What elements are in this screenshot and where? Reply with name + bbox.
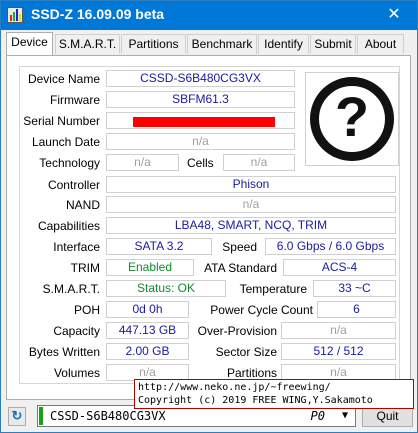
- sector-size-value: 512 / 512: [281, 343, 396, 360]
- bytes-written-value: 2.00 GB: [106, 343, 189, 360]
- copyright-text: Copyright (c) 2019 FREE WING,Y.Sakamoto: [138, 395, 373, 406]
- poh-value: 0d 0h: [106, 301, 189, 318]
- firmware-value: SBFM61.3: [106, 91, 295, 108]
- device-name-label: Device Name: [27, 72, 100, 86]
- app-window: SSD-Z 16.09.09 beta ✕ Device S.M.A.R.T. …: [0, 0, 418, 433]
- cells-label: Cells: [187, 156, 214, 170]
- nand-label: NAND: [65, 198, 100, 212]
- tab-about[interactable]: About: [357, 34, 404, 54]
- firmware-label: Firmware: [50, 93, 100, 107]
- close-window-button[interactable]: ✕: [371, 1, 417, 30]
- interface-label: Interface: [53, 240, 100, 254]
- over-provision-value: n/a: [281, 322, 396, 339]
- speed-label: Speed: [222, 240, 257, 254]
- device-image: ?: [305, 72, 399, 166]
- controller-label: Controller: [47, 178, 100, 192]
- technology-value: n/a: [106, 154, 179, 171]
- cells-value: n/a: [223, 154, 295, 171]
- serial-number-label: Serial Number: [23, 114, 100, 128]
- speed-value: 6.0 Gbps / 6.0 Gbps: [265, 238, 396, 255]
- app-icon: [7, 7, 23, 23]
- capacity-value: 447.13 GB: [106, 322, 189, 339]
- tab-benchmark[interactable]: Benchmark: [187, 34, 257, 54]
- poh-label: POH: [73, 303, 100, 317]
- temperature-label: Temperature: [239, 282, 307, 296]
- refresh-button[interactable]: ↻: [8, 407, 26, 426]
- smart-label: S.M.A.R.T.: [42, 282, 100, 296]
- tab-submit[interactable]: Submit: [310, 34, 356, 54]
- tab-smart[interactable]: S.M.A.R.T.: [55, 34, 120, 54]
- chevron-down-icon: ▼: [341, 410, 348, 421]
- bytes-written-label: Bytes Written: [28, 345, 100, 359]
- copyright-overlay: http://www.neko.ne.jp/~freewing/ Copyrig…: [134, 379, 414, 409]
- window-title: SSD-Z 16.09.09 beta: [31, 6, 165, 22]
- smart-status-value: Status: OK: [106, 280, 226, 297]
- ata-standard-value: ACS-4: [283, 259, 396, 276]
- controller-value: Phison: [106, 176, 396, 193]
- ata-standard-label: ATA Standard: [204, 261, 277, 275]
- title-bar[interactable]: SSD-Z 16.09.09 beta ✕: [1, 1, 417, 30]
- drive-select-value: CSSD-S6B480CG3VX: [50, 409, 166, 423]
- device-name-value: CSSD-S6B480CG3VX: [106, 70, 295, 87]
- capabilities-label: Capabilities: [37, 219, 100, 233]
- volumes-label: Volumes: [53, 366, 100, 380]
- temperature-value: 33 ~C: [313, 280, 396, 297]
- nand-value: n/a: [106, 196, 396, 213]
- tab-partitions[interactable]: Partitions: [121, 34, 186, 54]
- drive-status-indicator: [39, 407, 43, 425]
- launch-date-value: n/a: [106, 133, 295, 150]
- capabilities-value: LBA48, SMART, NCQ, TRIM: [106, 217, 396, 234]
- capacity-label: Capacity: [53, 324, 100, 338]
- launch-date-label: Launch Date: [31, 135, 100, 149]
- power-cycle-count-label: Power Cycle Count: [210, 303, 313, 317]
- sector-size-label: Sector Size: [215, 345, 277, 359]
- trim-value: Enabled: [106, 259, 194, 276]
- tab-bar: Device S.M.A.R.T. Partitions Benchmark I…: [6, 32, 410, 55]
- technology-label: Technology: [39, 156, 100, 170]
- power-cycle-count-value: 6: [317, 301, 396, 318]
- interface-value: SATA 3.2: [106, 238, 212, 255]
- drive-port: P0: [310, 409, 325, 423]
- question-mark-icon: ?: [310, 77, 394, 161]
- serial-redaction-bar: [133, 117, 275, 127]
- tab-device[interactable]: Device: [6, 32, 53, 55]
- over-provision-label: Over-Provision: [197, 324, 277, 338]
- tab-identify[interactable]: Identify: [258, 34, 309, 54]
- trim-label: TRIM: [70, 261, 100, 275]
- website-url: http://www.neko.ne.jp/~freewing/: [138, 382, 331, 393]
- refresh-icon: ↻: [11, 408, 23, 423]
